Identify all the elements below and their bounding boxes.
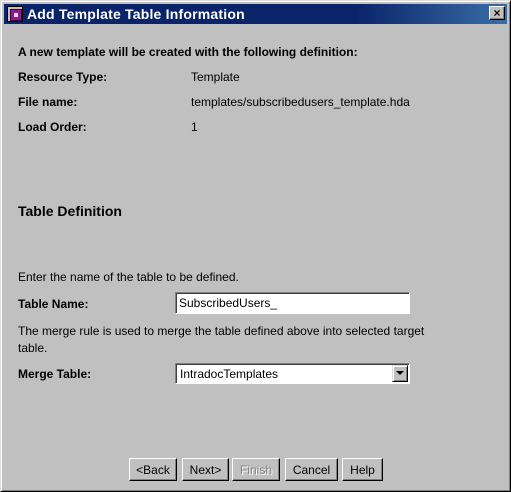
load-order-value: 1 xyxy=(191,120,198,134)
title-bar[interactable]: Add Template Table Information × xyxy=(4,4,507,24)
table-name-label: Table Name: xyxy=(18,297,89,311)
help-button[interactable]: Help xyxy=(342,458,383,481)
file-name-label: File name: xyxy=(18,95,78,109)
cancel-button[interactable]: Cancel xyxy=(285,458,338,481)
resource-type-label: Resource Type: xyxy=(18,70,108,84)
app-icon xyxy=(7,6,23,22)
back-button[interactable]: <Back xyxy=(129,458,177,481)
chevron-down-icon[interactable] xyxy=(392,365,408,382)
merge-table-value: IntradocTemplates xyxy=(180,367,279,381)
intro-text: A new template will be created with the … xyxy=(18,45,358,59)
next-button[interactable]: Next> xyxy=(182,458,229,481)
merge-rule-text-line1: The merge rule is used to merge the tabl… xyxy=(18,324,425,338)
window-title: Add Template Table Information xyxy=(27,6,245,22)
finish-button: Finish xyxy=(232,458,280,481)
merge-rule-text-line2: table. xyxy=(18,341,48,355)
merge-table-select[interactable]: IntradocTemplates xyxy=(175,363,410,384)
table-definition-heading: Table Definition xyxy=(18,203,122,219)
resource-type-value: Template xyxy=(191,70,240,84)
merge-table-label: Merge Table: xyxy=(18,367,92,381)
table-name-input[interactable]: SubscribedUsers_ xyxy=(175,292,410,314)
file-name-value: templates/subscribedusers_template.hda xyxy=(191,95,410,109)
close-icon[interactable]: × xyxy=(489,6,505,20)
dialog-window: Add Template Table Information × A new t… xyxy=(0,0,511,492)
load-order-label: Load Order: xyxy=(18,120,87,134)
table-instruction: Enter the name of the table to be define… xyxy=(18,270,239,284)
